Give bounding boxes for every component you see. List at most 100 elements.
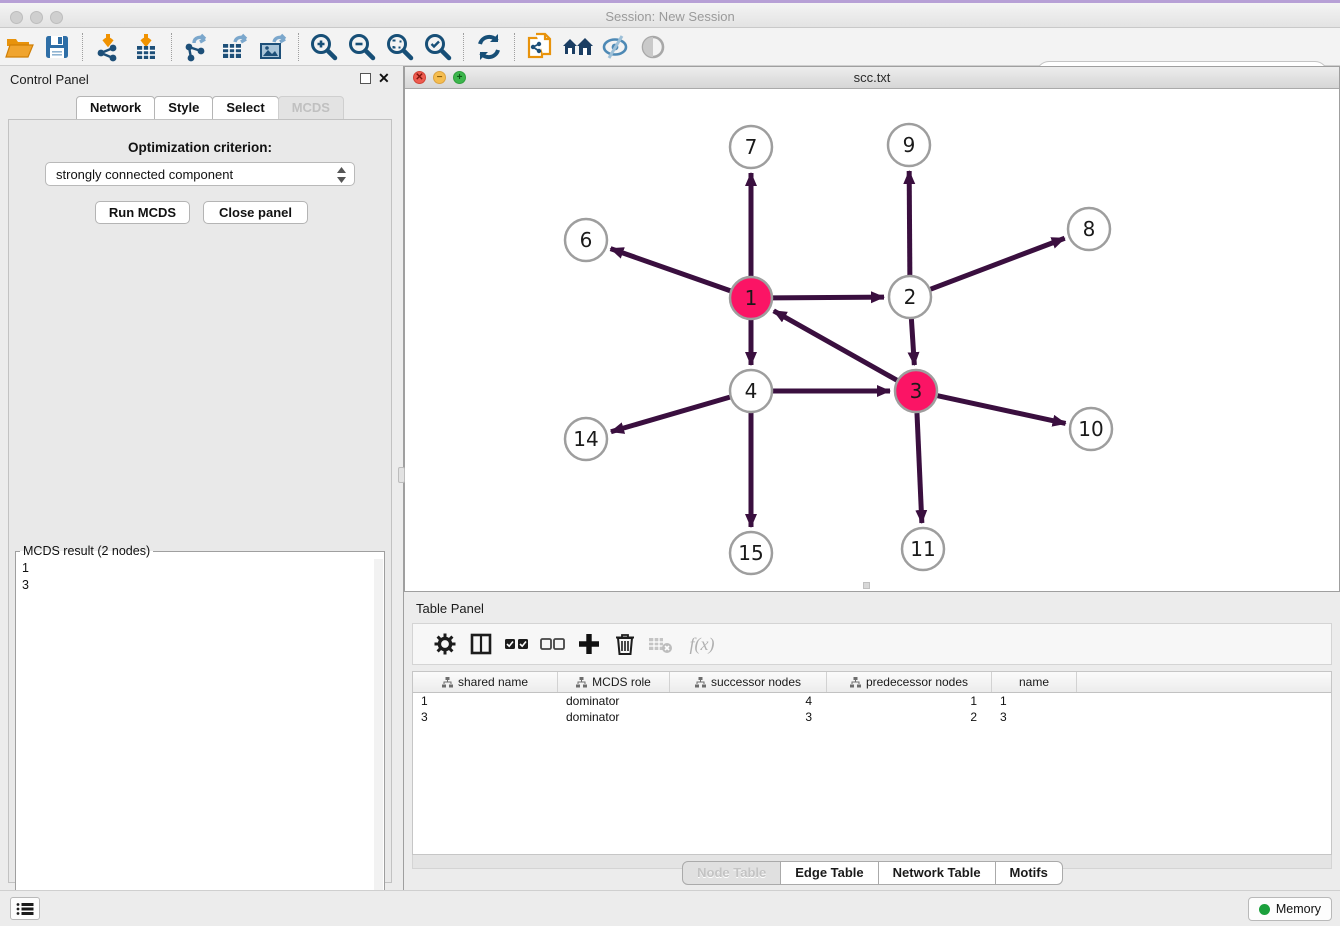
select-value: strongly connected component <box>56 167 233 182</box>
column-header-shared-name[interactable]: shared name <box>413 672 558 692</box>
import-network-button[interactable] <box>89 30 127 64</box>
column-header-name[interactable]: name <box>992 672 1077 692</box>
optimization-criterion-select[interactable]: strongly connected component <box>45 162 355 186</box>
zoom-in-icon <box>308 31 340 63</box>
column-header-predecessor-nodes[interactable]: predecessor nodes <box>827 672 992 692</box>
tab-style[interactable]: Style <box>154 96 213 120</box>
hide-selected-button[interactable] <box>597 30 635 64</box>
column-header-successor-nodes[interactable]: successor nodes <box>670 672 827 692</box>
hierarchy-icon <box>695 677 706 688</box>
edge-3-10[interactable] <box>937 396 1065 424</box>
export-network-icon <box>181 31 213 63</box>
edge-2-8[interactable] <box>931 238 1065 289</box>
control-panel-title: Control Panel <box>10 72 89 87</box>
canvas-resize-grip[interactable] <box>863 582 870 589</box>
mcds-result-list[interactable]: 13 <box>16 558 384 898</box>
edge-1-6[interactable] <box>611 249 731 291</box>
select-all-columns-button[interactable] <box>499 627 535 661</box>
unselect-all-columns-button[interactable] <box>535 627 571 661</box>
cell-shared-name[interactable]: 1 <box>413 693 558 709</box>
node-label-3: 3 <box>910 379 923 403</box>
import-table-button[interactable] <box>127 30 165 64</box>
plus-icon <box>577 632 601 656</box>
node-label-9: 9 <box>903 133 916 157</box>
table-rows: 1dominator4113dominator323 <box>413 693 1331 725</box>
edge-2-3[interactable] <box>911 319 914 365</box>
import-table-icon <box>130 31 162 63</box>
float-panel-icon[interactable] <box>360 73 371 84</box>
show-all-button[interactable] <box>635 30 673 64</box>
save-session-button[interactable] <box>38 30 76 64</box>
table-row[interactable]: 1dominator411 <box>413 693 1331 709</box>
close-panel-icon[interactable]: ✕ <box>378 70 390 86</box>
toolbar-separator <box>82 33 83 61</box>
export-image-icon <box>256 31 290 63</box>
edge-3-1[interactable] <box>774 311 897 380</box>
cell-name[interactable]: 3 <box>992 709 1077 725</box>
main-toolbar <box>0 28 1340 66</box>
tab-edge-table[interactable]: Edge Table <box>780 861 878 885</box>
refresh-layout-button[interactable] <box>470 30 508 64</box>
column-header-MCDS-role[interactable]: MCDS role <box>558 672 670 692</box>
session-title: Session: New Session <box>0 9 1340 24</box>
close-panel-button[interactable]: Close panel <box>203 201 308 224</box>
zoom-fit-icon <box>384 31 416 63</box>
control-panel: Control Panel ✕ NetworkStyleSelectMCDS O… <box>0 66 404 890</box>
delete-column-button[interactable] <box>607 627 643 661</box>
zoom-fit-button[interactable] <box>381 30 419 64</box>
gear-icon <box>433 632 457 656</box>
cell-shared-name[interactable]: 3 <box>413 709 558 725</box>
delete-table-icon <box>648 634 674 654</box>
export-image-button[interactable] <box>254 30 292 64</box>
cell-predecessor-nodes[interactable]: 2 <box>827 709 992 725</box>
tab-motifs[interactable]: Motifs <box>995 861 1063 885</box>
zoom-out-button[interactable] <box>343 30 381 64</box>
edge-4-14[interactable] <box>611 397 730 432</box>
control-panel-tabs: NetworkStyleSelectMCDS <box>76 96 343 120</box>
run-mcds-button[interactable]: Run MCDS <box>95 201 190 224</box>
network-canvas[interactable]: 7968124314101511 <box>405 89 1339 591</box>
table-settings-button[interactable] <box>427 627 463 661</box>
tab-select[interactable]: Select <box>212 96 278 120</box>
cell-MCDS-role[interactable]: dominator <box>558 709 670 725</box>
edge-3-11[interactable] <box>917 413 922 523</box>
export-table-button[interactable] <box>216 30 254 64</box>
toolbar-separator <box>298 33 299 61</box>
save-floppy-icon <box>42 32 72 62</box>
main-titlebar: Session: New Session <box>0 0 1340 28</box>
split-divider-grip[interactable] <box>398 467 405 483</box>
duplicate-network-button[interactable] <box>521 30 559 64</box>
tab-network[interactable]: Network <box>76 96 155 120</box>
memory-button[interactable]: Memory <box>1248 897 1332 921</box>
tab-network-table[interactable]: Network Table <box>878 861 996 885</box>
edge-1-2[interactable] <box>773 297 884 298</box>
table-row[interactable]: 3dominator323 <box>413 709 1331 725</box>
cell-successor-nodes[interactable]: 4 <box>670 693 827 709</box>
cell-name[interactable]: 1 <box>992 693 1077 709</box>
edge-2-9[interactable] <box>909 171 910 275</box>
task-history-button[interactable] <box>10 897 40 920</box>
cell-successor-nodes[interactable]: 3 <box>670 709 827 725</box>
tab-node-table[interactable]: Node Table <box>682 861 781 885</box>
first-neighbors-button[interactable] <box>559 30 597 64</box>
result-scrollbar[interactable] <box>374 559 383 892</box>
export-network-button[interactable] <box>178 30 216 64</box>
delete-table-button-disabled <box>643 627 679 661</box>
network-view-window: ✕ − + scc.txt 7968124314101511 <box>404 66 1340 592</box>
node-label-6: 6 <box>580 228 593 252</box>
zoom-selected-button[interactable] <box>419 30 457 64</box>
add-column-button[interactable] <box>571 627 607 661</box>
column-label: shared name <box>458 675 528 689</box>
network-window-titlebar[interactable]: ✕ − + scc.txt <box>405 67 1339 89</box>
table-toolbar: f(x) <box>412 623 1332 665</box>
zoom-in-button[interactable] <box>305 30 343 64</box>
cell-MCDS-role[interactable]: dominator <box>558 693 670 709</box>
cell-predecessor-nodes[interactable]: 1 <box>827 693 992 709</box>
column-label: successor nodes <box>711 675 801 689</box>
column-label: MCDS role <box>592 675 651 689</box>
open-session-button[interactable] <box>0 30 38 64</box>
tab-mcds[interactable]: MCDS <box>278 96 344 120</box>
network-graph[interactable]: 7968124314101511 <box>405 89 1339 591</box>
network-title: scc.txt <box>405 70 1339 85</box>
column-split-button[interactable] <box>463 627 499 661</box>
